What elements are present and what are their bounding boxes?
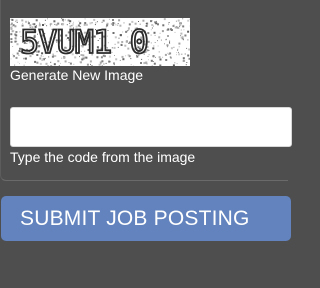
captcha-code-input[interactable]: [10, 107, 292, 147]
submit-job-posting-button[interactable]: SUBMIT JOB POSTING: [1, 196, 291, 241]
captcha-code-text: 5VUM1 0: [20, 23, 148, 61]
captcha-input-hint: Type the code from the image: [10, 149, 196, 165]
captcha-image: 5VUM1 0: [10, 18, 190, 66]
generate-new-image-link[interactable]: Generate New Image: [10, 66, 143, 84]
